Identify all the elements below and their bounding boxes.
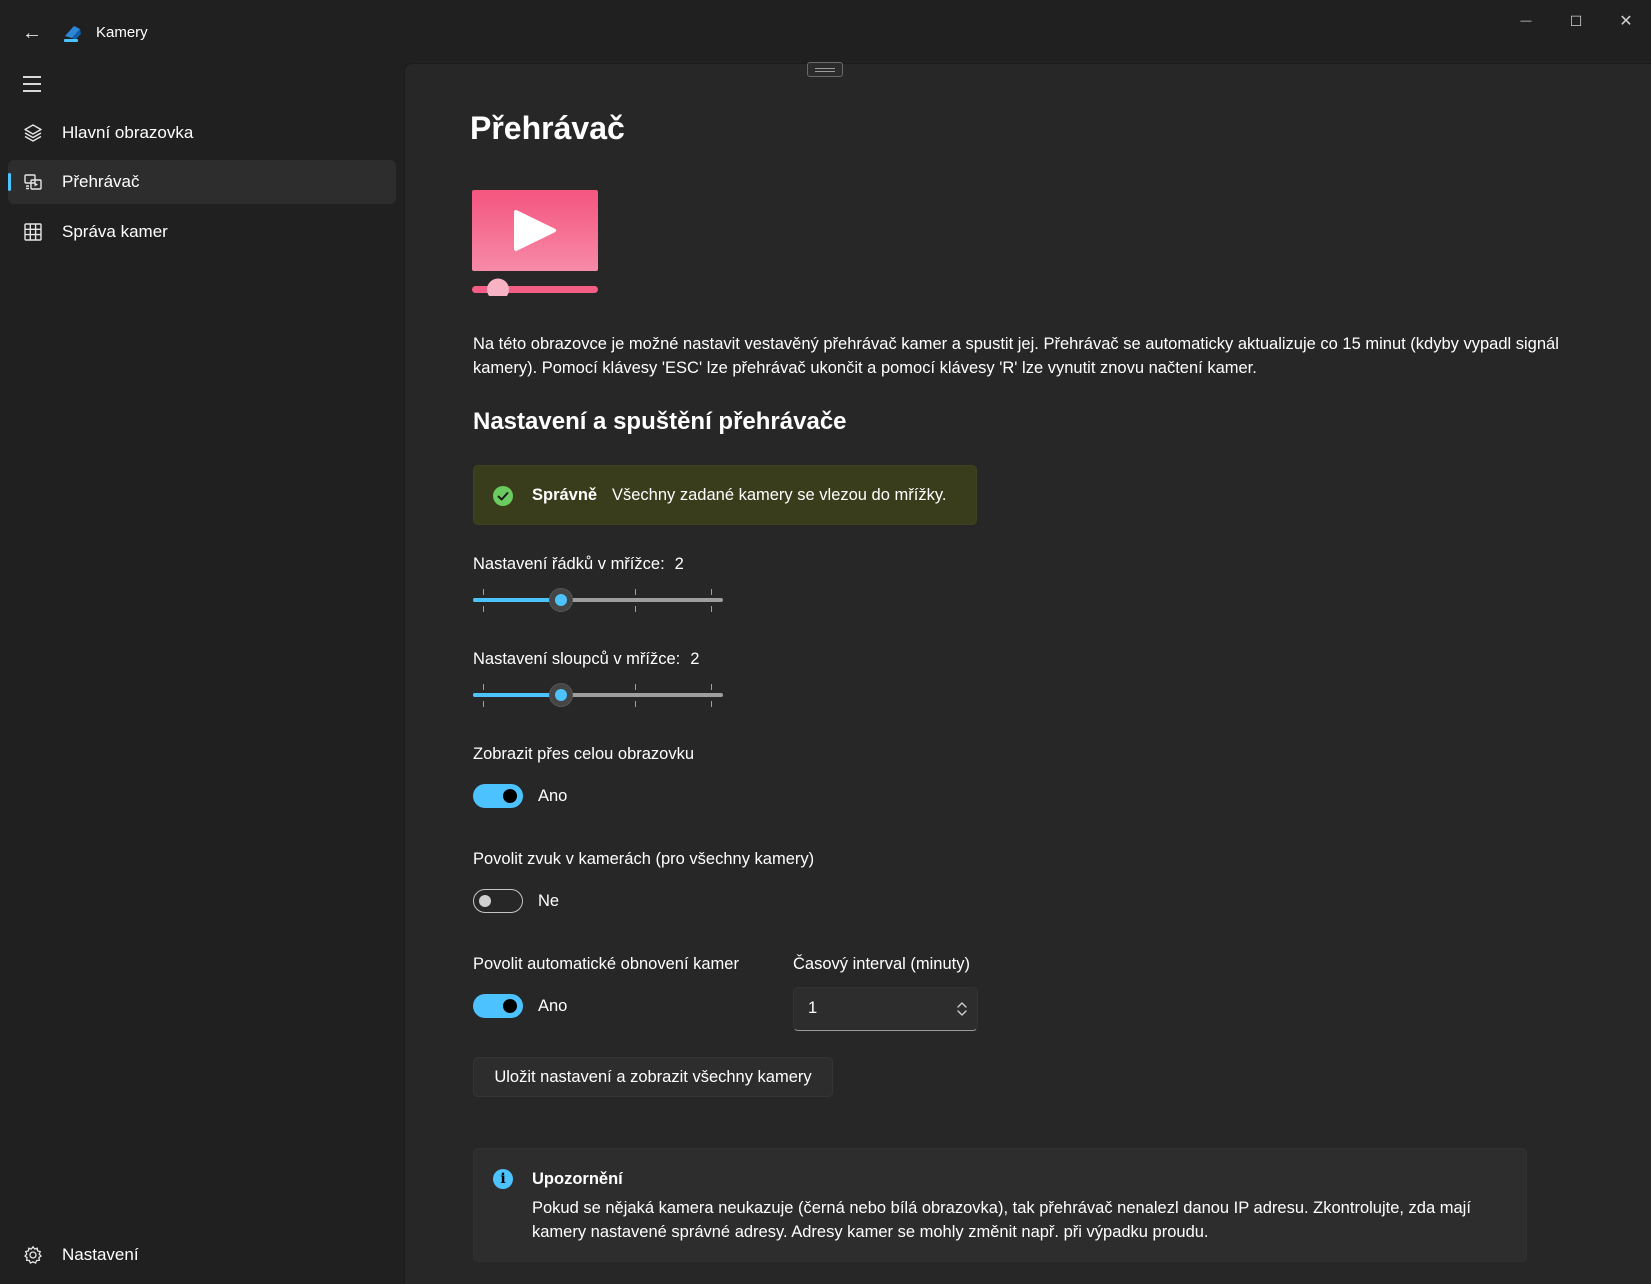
sidebar-item-home[interactable]: Hlavní obrazovka (8, 111, 396, 155)
sidebar-item-player[interactable]: Přehrávač (8, 160, 396, 204)
sound-toggle[interactable] (473, 889, 523, 913)
slider-fill (473, 693, 561, 697)
sidebar-item-label: Nastavení (62, 1245, 139, 1264)
spin-chevrons-icon[interactable] (955, 1000, 969, 1018)
infobar-title: Upozornění (532, 1170, 623, 1188)
slider-tick (711, 606, 712, 612)
auto-refresh-toggle[interactable] (473, 994, 523, 1018)
hamburger-line (23, 76, 41, 78)
minimize-icon: — (1520, 15, 1532, 27)
close-button[interactable]: ✕ (1606, 8, 1646, 34)
sidebar-item-camera-management[interactable]: Správa kamer (8, 210, 396, 254)
page-title: Přehrávač (470, 110, 625, 146)
hamburger-line (23, 90, 41, 92)
checkmark-circle-icon (493, 486, 513, 506)
slider-fill (473, 598, 561, 602)
rows-label-text: Nastavení řádků v mřížce: (473, 555, 665, 573)
sidebar-item-label: Správa kamer (62, 222, 168, 241)
player-icon (22, 171, 44, 193)
rows-slider[interactable] (473, 585, 723, 615)
slider-thumb[interactable] (549, 683, 573, 707)
section-title: Nastavení a spuštění přehrávače (473, 408, 847, 435)
minimize-button[interactable]: — (1506, 8, 1546, 34)
sidebar-item-label: Hlavní obrazovka (62, 123, 194, 142)
gear-icon (22, 1244, 44, 1266)
slider-tick (635, 606, 636, 612)
page-description: Na této obrazovce je možné nastavit vest… (473, 335, 1559, 377)
slider-tick (711, 684, 712, 690)
sound-state-text: Ne (538, 892, 560, 910)
info-icon: i (493, 1169, 513, 1189)
infobar-title: Správně (532, 486, 598, 504)
slider-tick (483, 701, 484, 707)
notice-infobar: i Upozornění Pokud se nějaká kamera neuk… (473, 1148, 1527, 1262)
slider-tick (635, 701, 636, 707)
rows-value: 2 (674, 555, 684, 573)
slider-tick (711, 589, 712, 595)
selection-indicator (8, 173, 11, 191)
slider-tick (483, 606, 484, 612)
slider-tick (483, 589, 484, 595)
interval-number-input[interactable]: 1 (793, 987, 978, 1031)
fullscreen-label: Zobrazit přes celou obrazovku (473, 745, 695, 763)
columns-slider[interactable] (473, 680, 723, 710)
back-arrow-icon: ← (22, 21, 42, 44)
slider-tick (711, 701, 712, 707)
rows-label: Nastavení řádků v mřížce: 2 (473, 555, 684, 574)
hamburger-line (23, 83, 41, 85)
fullscreen-state-text: Ano (538, 787, 568, 805)
maximize-button[interactable]: ☐ (1556, 8, 1596, 34)
title-bar: ← Kamery — ☐ ✕ (0, 0, 1651, 64)
back-button[interactable]: ← (18, 20, 46, 46)
auto-refresh-state-text: Ano (538, 997, 568, 1015)
maximize-icon: ☐ (1569, 12, 1583, 29)
infobar-message: Pokud se nějaká kamera neukazuje (černá … (532, 1199, 1471, 1241)
infobar-message: Všechny zadané kamery se vlezou do mřížk… (612, 486, 947, 504)
columns-label: Nastavení sloupců v mřížce: 2 (473, 650, 699, 669)
app-title: Kamery (96, 24, 148, 41)
close-icon: ✕ (1619, 13, 1633, 30)
player-illustration-icon (472, 190, 598, 301)
slider-tick (635, 589, 636, 595)
fullscreen-toggle[interactable] (473, 784, 523, 808)
slider-tick (635, 684, 636, 690)
layers-icon (22, 122, 44, 144)
drag-handle[interactable] (807, 62, 843, 77)
interval-value: 1 (808, 999, 818, 1017)
columns-label-text: Nastavení sloupců v mřížce: (473, 650, 681, 668)
columns-value: 2 (690, 650, 700, 668)
success-infobar: Správně Všechny zadané kamery se vlezou … (473, 465, 977, 525)
slider-thumb[interactable] (549, 588, 573, 612)
sidebar-item-label: Přehrávač (62, 172, 140, 191)
sound-label: Povolit zvuk v kamerách (pro všechny kam… (473, 850, 815, 868)
grid-icon (22, 221, 44, 243)
save-and-show-button[interactable]: Uložit nastavení a zobrazit všechny kame… (473, 1057, 833, 1097)
sidebar-item-settings[interactable]: Nastavení (8, 1233, 396, 1277)
slider-tick (483, 684, 484, 690)
auto-refresh-label: Povolit automatické obnovení kamer (473, 955, 739, 973)
hamburger-menu-button[interactable] (16, 70, 48, 98)
app-logo-icon (60, 20, 86, 46)
interval-label: Časový interval (minuty) (793, 955, 970, 973)
